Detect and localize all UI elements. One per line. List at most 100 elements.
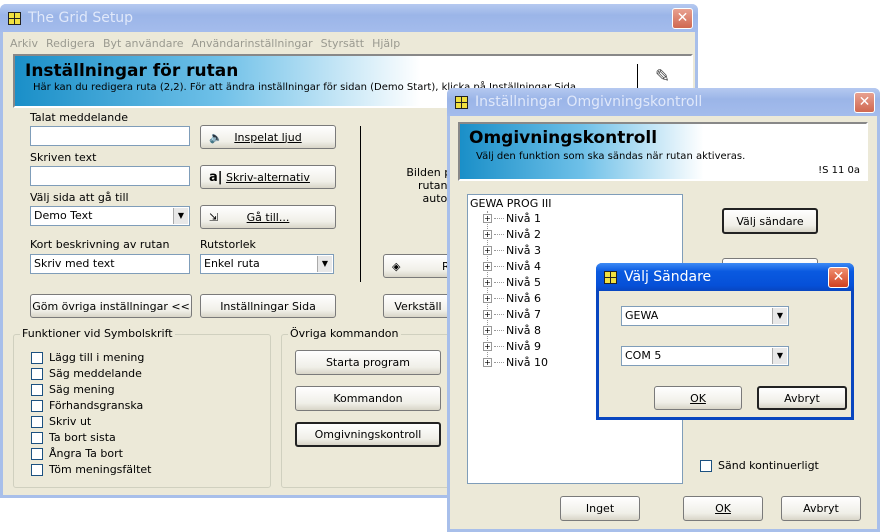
main-title: The Grid Setup (28, 10, 134, 26)
rutstorlek-select[interactable]: Enkel ruta ▼ (200, 254, 334, 274)
tree-item[interactable]: + Nivå 10 (483, 356, 548, 369)
gom-button[interactable]: Göm övriga inställningar << (30, 294, 192, 318)
omgivning-banner-title: Omgivningskontroll (469, 128, 658, 148)
starta-program-button[interactable]: Starta program (295, 350, 441, 375)
dialog-title: Välj Sändare (624, 269, 712, 285)
tree-label: Nivå 9 (506, 340, 542, 353)
tree-label: Nivå 5 (506, 276, 542, 289)
inget-button[interactable]: Inget (560, 496, 640, 521)
ok-label: OK (690, 391, 706, 405)
skriv-alternativ-button[interactable]: a| Skriv-alternativ (200, 165, 336, 189)
chevron-down-icon[interactable]: ▼ (317, 256, 332, 272)
avbryt-button[interactable]: Avbryt (781, 496, 861, 521)
checkbox-label: Säg meddelande (49, 367, 142, 380)
skriven-input[interactable] (30, 166, 190, 186)
menu-arkiv[interactable]: Arkiv (10, 37, 38, 50)
main-title-bar[interactable]: The Grid Setup ✕ (0, 4, 698, 32)
inspelat-label: Inspelat ljud (234, 130, 302, 144)
talat-input[interactable] (30, 126, 190, 146)
dialog-ok-button[interactable]: OK (654, 386, 742, 410)
kort-input[interactable]: Skriv med text (30, 254, 190, 274)
command-code: !S 11 0a (818, 165, 860, 176)
tree-item[interactable]: + Nivå 9 (483, 340, 541, 353)
valj-sida-value: Demo Text (34, 209, 93, 222)
chevron-down-icon[interactable]: ▼ (772, 348, 787, 364)
eraser-icon: ✎ (655, 66, 671, 87)
vertical-divider (360, 126, 361, 282)
tree-item[interactable]: + Nivå 7 (483, 308, 541, 321)
tree-item[interactable]: + Nivå 2 (483, 228, 541, 241)
close-icon[interactable]: ✕ (854, 92, 875, 113)
valj-sandare-dialog: Välj Sändare ✕ GEWA ▼ COM 5 ▼ OK Avbryt (596, 263, 854, 420)
checkbox-label: Förhandsgranska (49, 399, 144, 412)
checkbox-label: Ta bort sista (49, 431, 116, 444)
menu-redigera[interactable]: Redigera (46, 37, 95, 50)
tree-label: Nivå 10 (506, 356, 549, 369)
checkbox-forhandsgranska[interactable]: Förhandsgranska (31, 399, 143, 412)
tree-label: Nivå 7 (506, 308, 542, 321)
omgivningskontroll-button[interactable]: Omgivningskontroll (295, 422, 441, 447)
kort-label: Kort beskrivning av rutan (30, 238, 170, 251)
tree-item[interactable]: + Nivå 3 (483, 244, 541, 257)
checkbox-skriv-ut[interactable]: Skriv ut (31, 415, 91, 428)
menu-styrsatt[interactable]: Styrsätt (321, 37, 364, 50)
menu-byt-anvandare[interactable]: Byt användare (103, 37, 184, 50)
checkbox-label: Töm meningsfältet (49, 463, 152, 476)
talat-label: Talat meddelande (30, 111, 128, 124)
chevron-down-icon[interactable]: ▼ (772, 308, 787, 324)
tree-item[interactable]: + Nivå 5 (483, 276, 541, 289)
checkbox-lagg-till[interactable]: Lägg till i mening (31, 351, 144, 364)
funktioner-title: Funktioner vid Symbolskrift (20, 327, 175, 340)
skriven-label: Skriven text (30, 151, 97, 164)
ok-button[interactable]: OK (683, 496, 763, 521)
tree-label: Nivå 2 (506, 228, 542, 241)
text-icon: a| (209, 169, 223, 185)
ovriga-title: Övriga kommandon (288, 327, 401, 340)
menu-anvandarinstallningar[interactable]: Användarinställningar (192, 37, 313, 50)
ok-label: OK (715, 502, 731, 515)
goto-icon: ⇲ (209, 210, 219, 224)
grid-app-icon (8, 11, 21, 25)
tree-item[interactable]: + Nivå 6 (483, 292, 541, 305)
omgivning-title: Inställningar Omgivningskontroll (475, 94, 703, 110)
chevron-down-icon[interactable]: ▼ (173, 208, 188, 224)
close-icon[interactable]: ✕ (828, 267, 849, 288)
sender-select[interactable]: GEWA ▼ (621, 306, 789, 326)
tree-label: Nivå 1 (506, 212, 542, 225)
valj-sandare-button[interactable]: Välj sändare (722, 208, 818, 234)
port-select[interactable]: COM 5 ▼ (621, 346, 789, 366)
menu-hjalp[interactable]: Hjälp (372, 37, 400, 50)
tree-label: Nivå 3 (506, 244, 542, 257)
speaker-icon: 🔈 (209, 130, 223, 144)
inspelat-ljud-button[interactable]: 🔈 Inspelat ljud (200, 125, 336, 149)
sender-value: GEWA (625, 309, 659, 322)
valj-sida-select[interactable]: Demo Text ▼ (30, 206, 190, 226)
tree-label: Nivå 4 (506, 260, 542, 273)
checkbox-tom[interactable]: Töm meningsfältet (31, 463, 151, 476)
checkbox-sag-mening[interactable]: Säg mening (31, 383, 115, 396)
kommandon-button[interactable]: Kommandon (295, 386, 441, 411)
r-button[interactable]: ◈ R (383, 254, 453, 278)
tree-item[interactable]: + Nivå 8 (483, 324, 541, 337)
dialog-title-bar[interactable]: Välj Sändare ✕ (596, 263, 854, 291)
checkbox-label: Sänd kontinuerligt (718, 459, 819, 472)
close-icon[interactable]: ✕ (672, 8, 693, 29)
tree-root[interactable]: GEWA PROG III (470, 197, 551, 210)
rutstorlek-value: Enkel ruta (204, 257, 260, 270)
omgivning-title-bar[interactable]: Inställningar Omgivningskontroll ✕ (447, 88, 880, 116)
dialog-avbryt-button[interactable]: Avbryt (757, 386, 847, 410)
omgivning-banner-subtitle: Välj den funktion som ska sändas när rut… (476, 151, 746, 162)
port-value: COM 5 (625, 349, 662, 362)
checkbox-sag-meddelande[interactable]: Säg meddelande (31, 367, 142, 380)
checkbox-angra[interactable]: Ångra Ta bort (31, 447, 123, 460)
checkbox-ta-bort-sista[interactable]: Ta bort sista (31, 431, 116, 444)
installningar-sida-button[interactable]: Inställningar Sida (200, 294, 336, 318)
checkbox-label: Säg mening (49, 383, 115, 396)
tree-label: Nivå 6 (506, 292, 542, 305)
ga-till-button[interactable]: ⇲ Gå till... (200, 205, 336, 229)
tree-item[interactable]: + Nivå 1 (483, 212, 541, 225)
sand-kontinuerligt-checkbox[interactable]: Sänd kontinuerligt (700, 459, 819, 472)
tree-item[interactable]: + Nivå 4 (483, 260, 541, 273)
verkstall-button[interactable]: Verkställ (383, 294, 453, 318)
grid-app-icon (604, 270, 617, 284)
